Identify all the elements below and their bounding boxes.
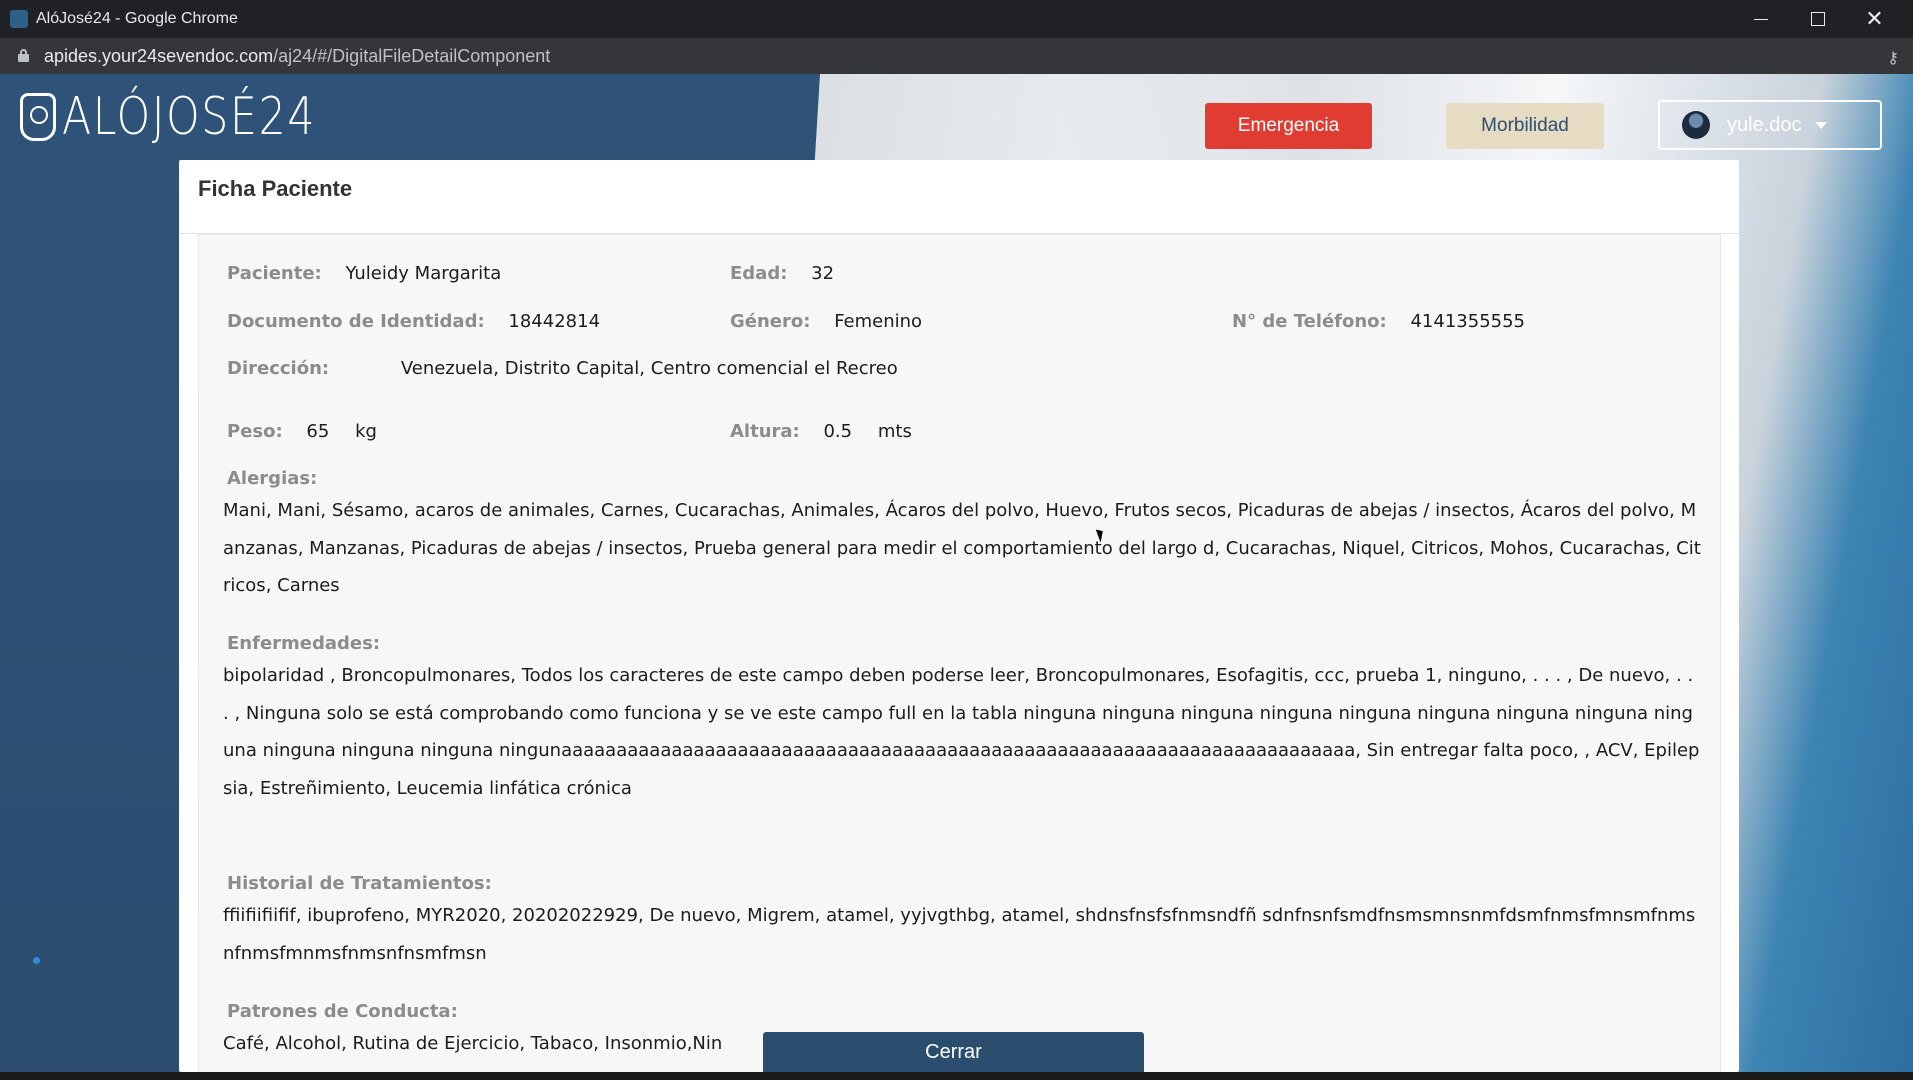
paciente-row: Paciente: Yuleidy Margarita <box>227 263 501 284</box>
altura-label: Altura: <box>730 421 800 442</box>
tratamientos-label: Historial de Tratamientos: <box>227 873 492 894</box>
avatar <box>1682 111 1710 139</box>
edad-row: Edad: 32 <box>730 263 834 284</box>
url-path: /aj24/#/DigitalFileDetailComponent <box>273 46 551 66</box>
address-bar[interactable]: apides.your24sevendoc.com/aj24/#/Digital… <box>0 38 1913 74</box>
modal-title: Ficha Paciente <box>198 176 353 201</box>
peso-label: Peso: <box>227 421 283 442</box>
direccion-label: Dirección: <box>227 358 330 379</box>
user-menu-dropdown[interactable]: yule.doc <box>1658 100 1882 150</box>
paciente-value: Yuleidy Margarita <box>345 263 502 284</box>
logo-text: ALÓJOSÉ24 <box>62 87 317 147</box>
peso-row: Peso: 65 kg <box>227 421 377 442</box>
chevron-down-icon <box>1815 122 1827 129</box>
conducta-label: Patrones de Conducta: <box>227 1001 458 1022</box>
enfermedades-text: bipolaridad , Broncopulmonares, Todos lo… <box>223 665 1700 799</box>
modal-body: Paciente: Yuleidy Margarita Edad: 32 Doc… <box>198 234 1721 1072</box>
direccion-value: Venezuela, Distrito Capital, Centro come… <box>400 358 898 379</box>
enfermedades-label: Enfermedades: <box>227 633 381 654</box>
genero-label: Género: <box>730 311 811 332</box>
close-window-icon[interactable]: ✕ <box>1846 0 1903 38</box>
altura-value: 0.5 <box>823 421 853 442</box>
alergias-label: Alergias: <box>227 468 318 489</box>
status-dot-icon <box>33 957 40 964</box>
genero-value: Femenino <box>834 311 923 332</box>
edad-label: Edad: <box>730 263 788 284</box>
emergencia-button[interactable]: Emergencia <box>1205 103 1372 149</box>
browser-titlebar: AlóJosé24 - Google Chrome ✕ <box>0 0 1913 38</box>
app-viewport: ALÓJOSÉ24 Emergencia Morbilidad yule.doc… <box>0 74 1913 1072</box>
peso-unit: kg <box>355 421 377 442</box>
edad-value: 32 <box>811 263 835 284</box>
user-name: yule.doc <box>1727 114 1802 136</box>
minimize-icon[interactable] <box>1732 0 1789 38</box>
alergias-text: Mani, Mani, Sésamo, acaros de animales, … <box>223 500 1701 596</box>
documento-value: 18442814 <box>508 311 601 332</box>
password-key-icon[interactable]: ⚷ <box>1887 48 1899 68</box>
patient-file-modal: Ficha Paciente Paciente: Yuleidy Margari… <box>179 160 1739 1072</box>
telefono-value: 4141355555 <box>1410 311 1526 332</box>
peso-value: 65 <box>306 421 330 442</box>
tratamientos-text: ffiifiifiifif, ibuprofeno, MYR2020, 2020… <box>223 905 1696 964</box>
altura-unit: mts <box>877 421 912 442</box>
url-text[interactable]: apides.your24sevendoc.com/aj24/#/Digital… <box>44 46 550 67</box>
genero-row: Género: Femenino <box>730 311 922 332</box>
morbilidad-button[interactable]: Morbilidad <box>1446 103 1604 149</box>
modal-header: Ficha Paciente <box>179 160 1739 234</box>
app-logo[interactable]: ALÓJOSÉ24 <box>20 86 372 148</box>
url-host: apides.your24sevendoc.com <box>44 46 274 66</box>
window-bottom-edge <box>0 1072 1913 1080</box>
altura-row: Altura: 0.5 mts <box>730 421 912 442</box>
documento-label: Documento de Identidad: <box>227 311 485 332</box>
paciente-label: Paciente: <box>227 263 322 284</box>
telefono-label: N° de Teléfono: <box>1232 311 1387 332</box>
cerrar-button[interactable]: Cerrar <box>763 1032 1144 1072</box>
lock-icon[interactable] <box>18 49 29 62</box>
documento-row: Documento de Identidad: 18442814 <box>227 311 600 332</box>
site-favicon-icon <box>10 10 28 28</box>
window-title: AlóJosé24 - Google Chrome <box>36 10 238 27</box>
direccion-row: Dirección: Venezuela, Distrito Capital, … <box>227 358 898 379</box>
telefono-row: N° de Teléfono: 4141355555 <box>1232 311 1525 332</box>
stethoscope-phone-icon <box>20 93 56 141</box>
maximize-icon[interactable] <box>1789 0 1846 38</box>
